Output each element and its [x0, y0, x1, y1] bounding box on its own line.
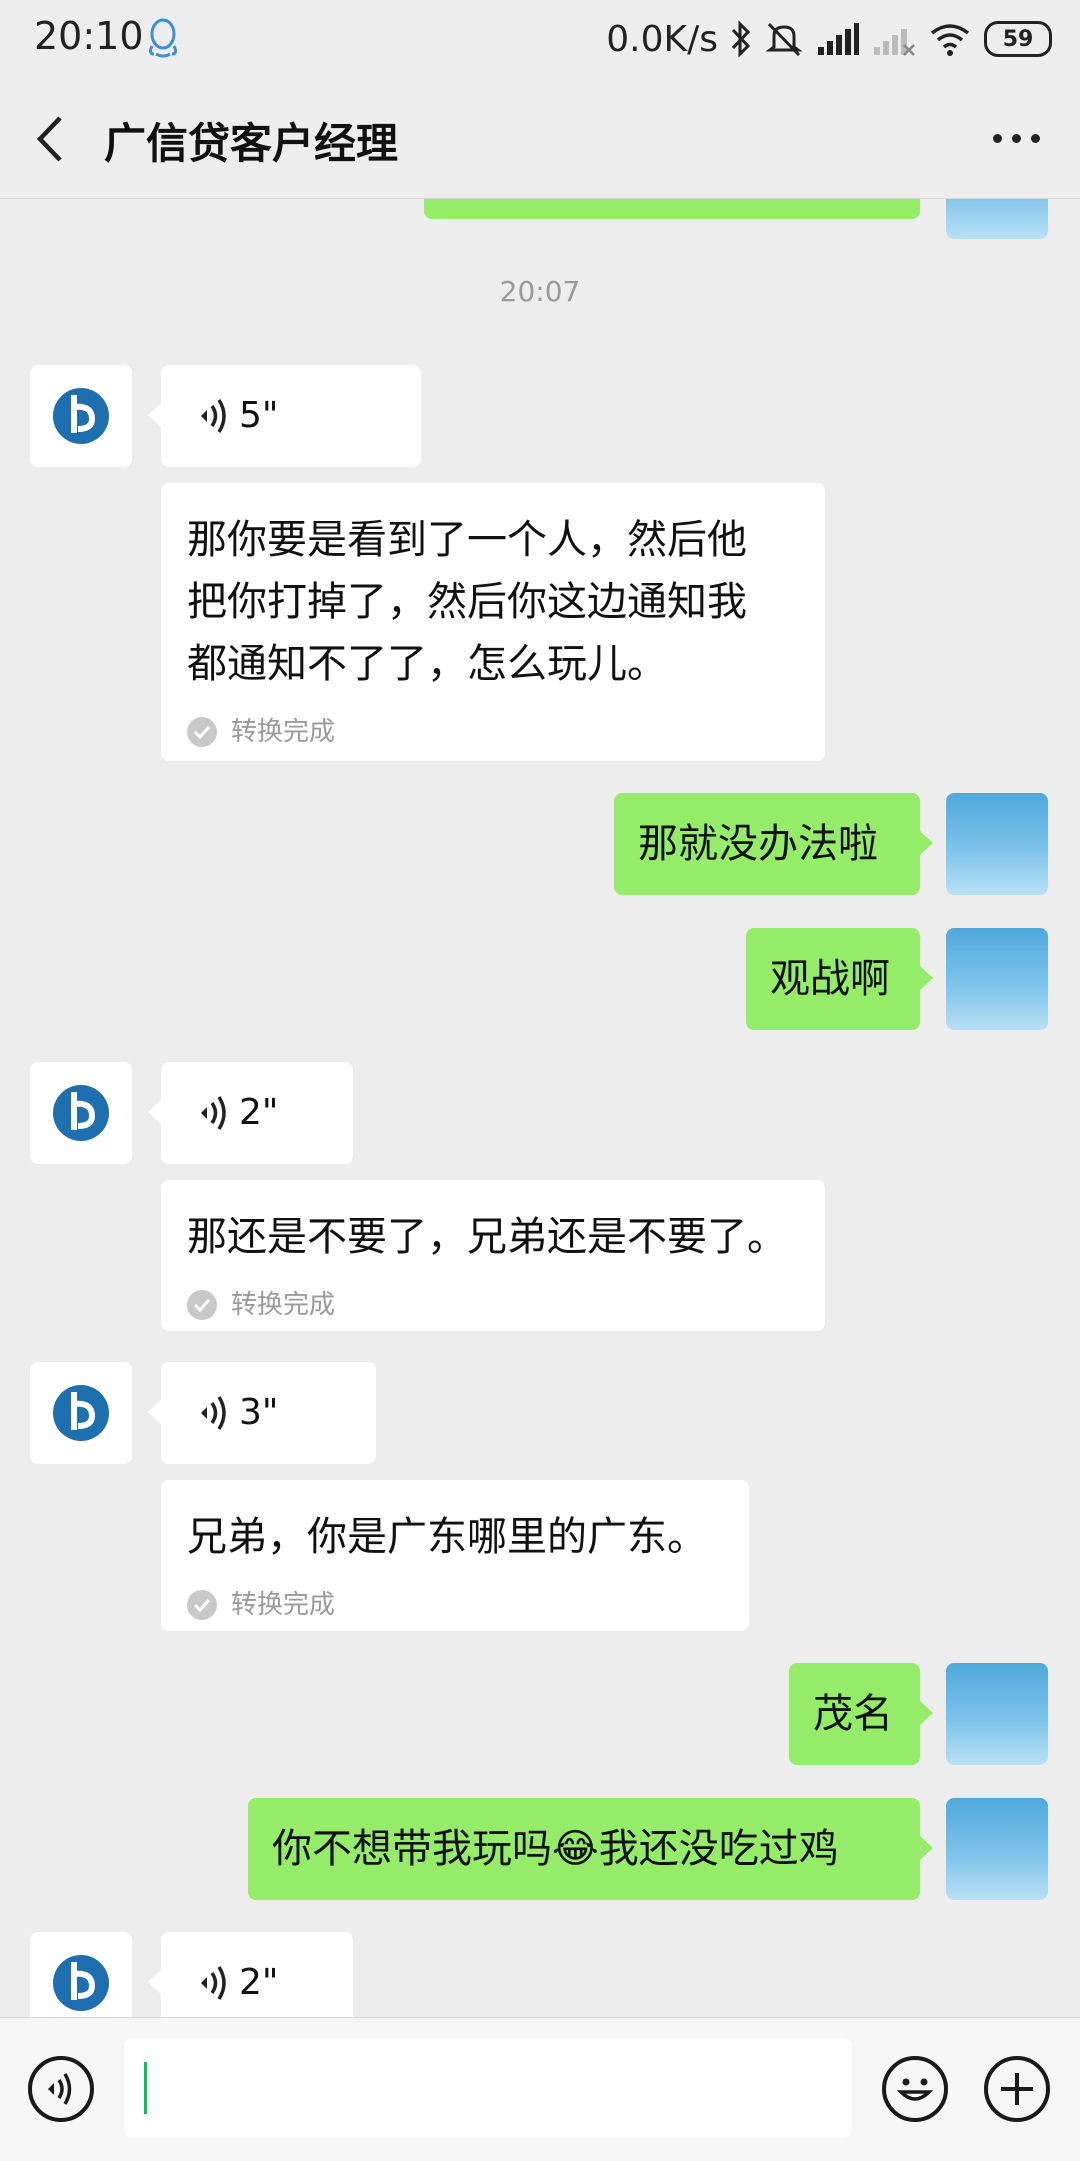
- input-bar: [0, 2017, 1080, 2161]
- chat-title: 广信贷客户经理: [104, 119, 399, 168]
- voice-icon: [201, 1096, 226, 1130]
- my-avatar[interactable]: [946, 1798, 1048, 1900]
- status-bar: 20:10 0.0K/s 59: [0, 0, 1080, 78]
- message-bubble-outgoing-partial[interactable]: [424, 199, 920, 219]
- voice-message[interactable]: 2": [161, 1932, 353, 2017]
- voice-duration: 2": [239, 1962, 279, 2003]
- voice-duration: 3": [239, 1392, 279, 1433]
- my-avatar[interactable]: [946, 793, 1048, 895]
- transcript-line: 那你要是看到了一个人，然后他: [187, 517, 747, 563]
- voice-transcript[interactable]: 那还是不要了，兄弟还是不要了。 转换完成: [161, 1180, 825, 1331]
- message-bubble-outgoing[interactable]: 你不想带我玩吗 😂 我还没吃过鸡: [248, 1798, 920, 1900]
- my-avatar[interactable]: [946, 1663, 1048, 1765]
- contact-logo-icon: [53, 1085, 109, 1141]
- transcript-line: 把你打掉了，然后你这边通知我: [187, 579, 747, 625]
- mute-icon: [765, 22, 803, 57]
- contact-avatar[interactable]: [30, 365, 132, 467]
- signal-weak-icon: [874, 29, 915, 56]
- contact-logo-icon: [53, 388, 109, 444]
- voice-transcript[interactable]: 那你要是看到了一个人，然后他 把你打掉了，然后你这边通知我 都通知不了了，怎么玩…: [161, 483, 825, 761]
- status-icons: 0.0K/s 59: [606, 14, 1052, 64]
- transcript-line: 都通知不了了，怎么玩儿。: [187, 641, 667, 687]
- check-icon: [187, 1590, 217, 1620]
- contact-avatar[interactable]: [30, 1362, 132, 1464]
- battery-icon: 59: [984, 21, 1052, 57]
- chevron-left-icon[interactable]: [30, 112, 70, 166]
- voice-message[interactable]: 2": [161, 1062, 353, 1164]
- contact-logo-icon: [53, 1385, 109, 1441]
- chat-header: 广信贷客户经理: [0, 78, 1080, 199]
- voice-icon: [201, 1396, 226, 1430]
- chat-area[interactable]: 20:07 5" 那你要是看到了一个人，然后他 把你打掉了，然后你这边通知我 都…: [0, 199, 1080, 2017]
- voice-icon: [201, 399, 226, 433]
- my-avatar[interactable]: [946, 928, 1048, 1030]
- my-avatar[interactable]: [946, 199, 1048, 239]
- status-time: 20:10: [34, 14, 144, 58]
- message-bubble-outgoing[interactable]: 那就没办法啦: [614, 793, 920, 895]
- voice-message[interactable]: 5": [161, 365, 421, 467]
- emoji-icon[interactable]: [882, 2056, 948, 2122]
- bluetooth-icon: [731, 20, 751, 58]
- voice-duration: 5": [239, 395, 279, 436]
- chat-timestamp: 20:07: [499, 275, 581, 308]
- contact-avatar[interactable]: [30, 1062, 132, 1164]
- signal-icon: [818, 23, 859, 55]
- wifi-icon: [930, 24, 970, 56]
- transcript-status: 转换完成: [187, 701, 799, 763]
- network-speed: 0.0K/s: [606, 18, 718, 60]
- transcript-status: 转换完成: [187, 1274, 799, 1336]
- transcript-line: 那还是不要了，兄弟还是不要了。: [187, 1214, 787, 1260]
- voice-icon: [201, 1966, 226, 2000]
- message-bubble-outgoing[interactable]: 茂名: [789, 1663, 920, 1765]
- voice-transcript[interactable]: 兄弟，你是广东哪里的广东。 转换完成: [161, 1480, 749, 1631]
- text-caret: [144, 2062, 147, 2114]
- contact-logo-icon: [53, 1955, 109, 2011]
- transcript-status: 转换完成: [187, 1574, 723, 1636]
- transcript-line: 兄弟，你是广东哪里的广东。: [187, 1514, 707, 1560]
- qq-icon: [148, 18, 178, 58]
- check-icon: [187, 1290, 217, 1320]
- voice-duration: 2": [239, 1092, 279, 1133]
- message-bubble-outgoing[interactable]: 观战啊: [746, 928, 920, 1030]
- laughing-tears-emoji: 😂: [552, 1826, 599, 1872]
- contact-avatar[interactable]: [30, 1932, 132, 2017]
- message-input[interactable]: [124, 2038, 852, 2138]
- voice-message[interactable]: 3": [161, 1362, 376, 1464]
- more-icon[interactable]: [993, 134, 1040, 143]
- check-icon: [187, 717, 217, 747]
- voice-input-icon[interactable]: [28, 2056, 94, 2122]
- plus-icon[interactable]: [984, 2056, 1050, 2122]
